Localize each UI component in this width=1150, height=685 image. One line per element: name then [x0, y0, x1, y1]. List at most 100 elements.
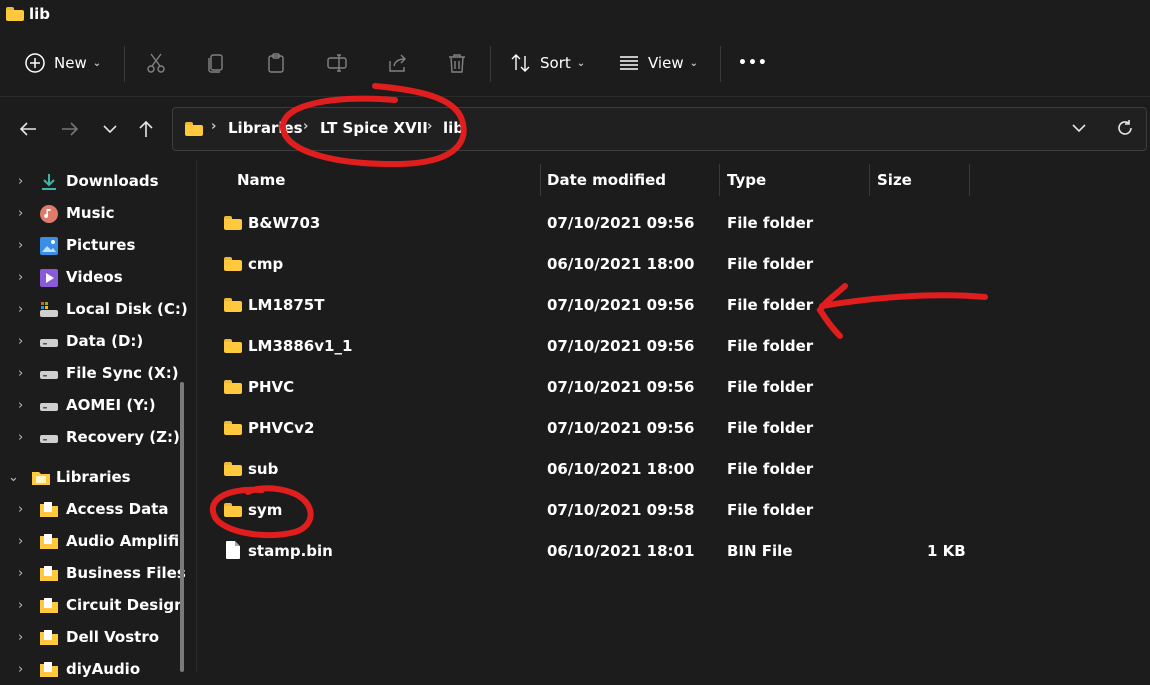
- chevron-right-icon: ›: [18, 301, 24, 317]
- file-size: 1 KB: [927, 542, 966, 560]
- sort-button[interactable]: Sort ⌄: [510, 44, 585, 82]
- paste-button[interactable]: [265, 44, 287, 82]
- refresh-icon[interactable]: [1115, 118, 1135, 142]
- navigation-pane-scrollbar[interactable]: [180, 382, 184, 672]
- recent-locations-chevron-icon[interactable]: [102, 119, 118, 144]
- file-type: File folder: [727, 501, 814, 519]
- table-row[interactable]: stamp.bin 06/10/2021 18:01 BIN File 1 KB: [198, 530, 1150, 571]
- folder-icon: [224, 462, 242, 476]
- divider: [490, 46, 491, 82]
- library-folder-icon: [40, 662, 58, 677]
- sidebar-item-circuit-design[interactable]: › Circuit Design: [0, 589, 190, 621]
- new-button[interactable]: New ⌄: [24, 44, 101, 82]
- breadcrumb-lib[interactable]: lib: [443, 119, 464, 137]
- column-header-size[interactable]: Size: [877, 160, 912, 196]
- column-header-date-modified[interactable]: Date modified: [547, 160, 666, 196]
- sidebar-item-label: Audio Amplifi: [66, 532, 180, 550]
- file-name: sub: [248, 460, 279, 478]
- breadcrumb-libraries[interactable]: Libraries: [228, 119, 303, 137]
- sidebar-item-libraries[interactable]: ⌄ Libraries: [0, 461, 190, 493]
- sidebar-item-downloads[interactable]: › Downloads: [0, 165, 190, 197]
- chevron-right-icon: ›: [18, 365, 24, 381]
- file-name: LM1875T: [248, 296, 325, 314]
- cut-button[interactable]: [145, 44, 167, 82]
- sidebar-item-local-disk-c[interactable]: › Local Disk (C:): [0, 293, 190, 325]
- scissors-icon: [147, 53, 165, 73]
- table-row[interactable]: PHVCv2 07/10/2021 09:56 File folder: [198, 407, 1150, 448]
- sidebar-item-label: diyAudio: [66, 660, 141, 678]
- sidebar-item-diyaudio[interactable]: › diyAudio: [0, 653, 190, 685]
- paste-icon: [268, 53, 284, 73]
- file-date: 07/10/2021 09:56: [547, 378, 695, 396]
- breadcrumb-lt-spice-xvii[interactable]: LT Spice XVII: [320, 119, 428, 137]
- chevron-down-icon: ⌄: [689, 57, 698, 69]
- address-dropdown-chevron-icon[interactable]: [1071, 118, 1087, 142]
- view-button[interactable]: View ⌄: [618, 44, 698, 82]
- sidebar-item-access-data[interactable]: › Access Data: [0, 493, 190, 525]
- column-divider[interactable]: [719, 164, 720, 196]
- drive-icon: [40, 403, 58, 411]
- forward-arrow-icon[interactable]: [60, 119, 80, 144]
- address-bar[interactable]: › Libraries › LT Spice XVII › lib: [172, 107, 1147, 151]
- table-row[interactable]: sym 07/10/2021 09:58 File folder: [198, 489, 1150, 530]
- chevron-right-icon: ›: [18, 629, 24, 645]
- share-button[interactable]: [386, 44, 408, 82]
- table-row[interactable]: LM1875T 07/10/2021 09:56 File folder: [198, 284, 1150, 325]
- chevron-right-icon: ›: [211, 119, 217, 134]
- file-type: BIN File: [727, 542, 793, 560]
- chevron-right-icon: ›: [18, 269, 24, 285]
- sidebar-item-music[interactable]: › Music: [0, 197, 190, 229]
- file-list: Name Date modified Type Size B&W703 07/1…: [198, 160, 1150, 672]
- view-label: View: [648, 54, 684, 72]
- sidebar-item-data-d[interactable]: › Data (D:): [0, 325, 190, 357]
- sidebar-item-videos[interactable]: › Videos: [0, 261, 190, 293]
- table-row[interactable]: B&W703 07/10/2021 09:56 File folder: [198, 202, 1150, 243]
- table-row[interactable]: cmp 06/10/2021 18:00 File folder: [198, 243, 1150, 284]
- pane-divider[interactable]: [196, 160, 197, 672]
- column-divider[interactable]: [869, 164, 870, 196]
- sidebar-item-pictures[interactable]: › Pictures: [0, 229, 190, 261]
- drive-icon: [40, 339, 58, 347]
- sidebar-item-label: Libraries: [56, 468, 131, 486]
- more-options-button[interactable]: •••: [738, 44, 768, 82]
- file-date: 06/10/2021 18:00: [547, 460, 695, 478]
- table-row[interactable]: LM3886v1_1 07/10/2021 09:56 File folder: [198, 325, 1150, 366]
- column-divider[interactable]: [540, 164, 541, 196]
- file-date: 07/10/2021 09:56: [547, 296, 695, 314]
- chevron-right-icon: ›: [18, 205, 24, 221]
- sidebar-item-dell-vostro[interactable]: › Dell Vostro: [0, 621, 190, 653]
- folder-icon: [185, 122, 203, 136]
- file-date: 07/10/2021 09:56: [547, 214, 695, 232]
- column-header-type[interactable]: Type: [727, 160, 766, 196]
- copy-button[interactable]: [205, 44, 227, 82]
- sidebar-item-audio-amplifi[interactable]: › Audio Amplifi: [0, 525, 190, 557]
- file-type: File folder: [727, 460, 814, 478]
- file-name: PHVCv2: [248, 419, 315, 437]
- sidebar-item-label: Recovery (Z:): [66, 428, 180, 446]
- sidebar-item-file-sync-x[interactable]: › File Sync (X:): [0, 357, 190, 389]
- sidebar-item-recovery-z[interactable]: › Recovery (Z:): [0, 421, 190, 453]
- library-folder-icon: [40, 502, 58, 517]
- navigation-pane: › Downloads › Music › Pictures › Videos …: [0, 160, 190, 678]
- folder-icon: [224, 257, 242, 271]
- back-arrow-icon[interactable]: [18, 119, 38, 144]
- sidebar-item-business-files[interactable]: › Business Files: [0, 557, 190, 589]
- up-arrow-icon[interactable]: [136, 119, 156, 144]
- delete-button[interactable]: [446, 44, 468, 82]
- rename-button[interactable]: [326, 44, 348, 82]
- column-header-name[interactable]: Name: [237, 160, 285, 196]
- table-row[interactable]: PHVC 07/10/2021 09:56 File folder: [198, 366, 1150, 407]
- drive-icon: [40, 435, 58, 443]
- folder-icon: [224, 421, 242, 435]
- file-type: File folder: [727, 419, 814, 437]
- table-row[interactable]: sub 06/10/2021 18:00 File folder: [198, 448, 1150, 489]
- chevron-right-icon: ›: [18, 533, 24, 549]
- more-icon: •••: [738, 55, 768, 71]
- window-title: lib: [29, 5, 51, 23]
- sidebar-item-aomei-y[interactable]: › AOMEI (Y:): [0, 389, 190, 421]
- folder-icon: [6, 7, 24, 21]
- column-divider[interactable]: [969, 164, 970, 196]
- file-type: File folder: [727, 378, 814, 396]
- chevron-down-icon: ⌄: [8, 469, 19, 485]
- music-icon: [40, 205, 58, 223]
